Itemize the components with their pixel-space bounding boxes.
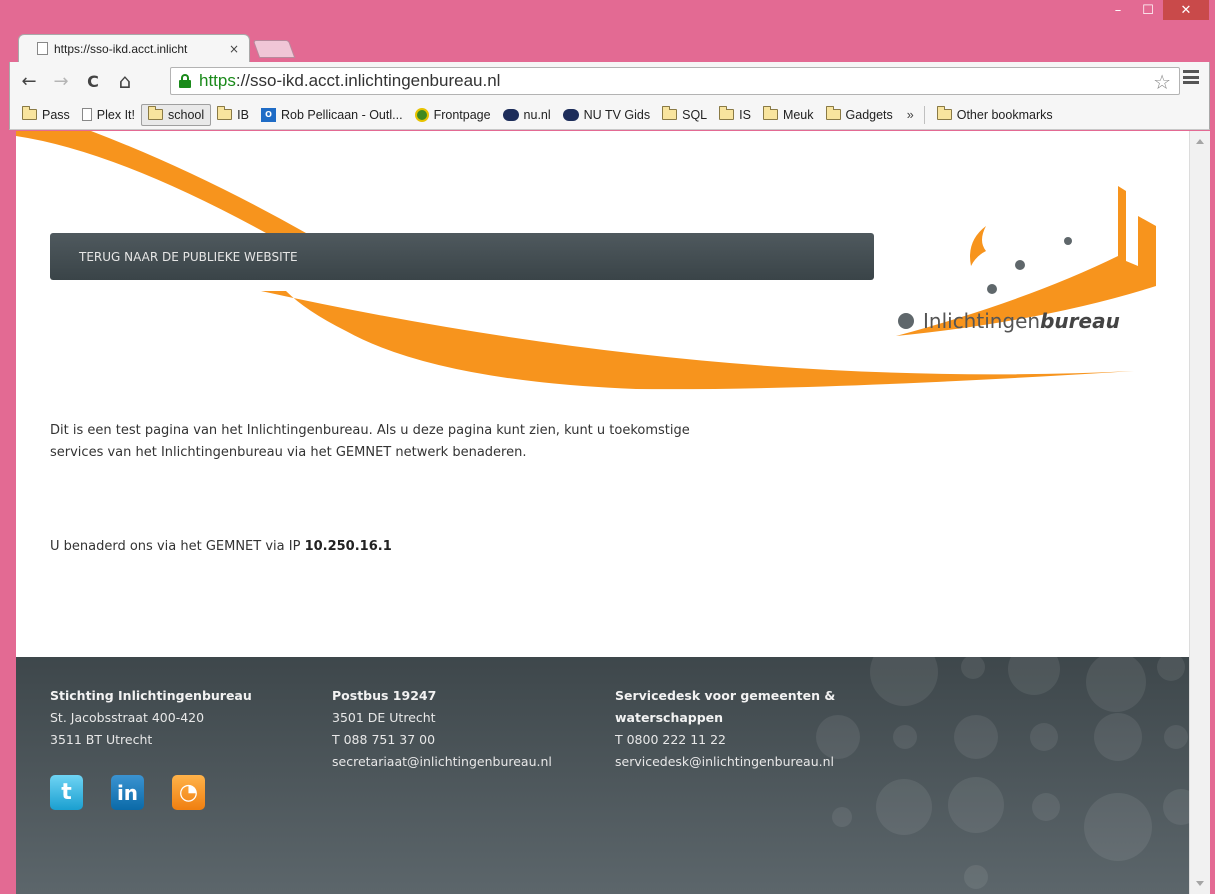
bookmark-plex-it[interactable]: Plex It! <box>76 105 141 125</box>
bookmark-folder-sql[interactable]: SQL <box>656 105 713 125</box>
logo-wordmark: Inlichtingen bureau <box>898 309 1120 333</box>
secretariaat-email-link[interactable]: secretariaat@inlichtingenbureau.nl <box>332 751 552 773</box>
scroll-up-arrow-icon[interactable] <box>1196 139 1204 144</box>
bookmark-folder-pass[interactable]: Pass <box>16 105 76 125</box>
chrome-menu-icon[interactable] <box>1183 70 1199 84</box>
social-links: t in ◔ <box>50 775 233 810</box>
servicedesk-email-link[interactable]: servicedesk@inlichtingenbureau.nl <box>615 751 835 773</box>
window-border-left <box>9 131 16 894</box>
vertical-scrollbar[interactable] <box>1189 131 1210 894</box>
footer-address-column: Stichting Inlichtingenbureau St. Jacobss… <box>50 688 252 747</box>
bookmark-folder-is[interactable]: IS <box>713 105 757 125</box>
address-bar[interactable]: https://sso-ikd.acct.inlichtingenbureau.… <box>170 67 1180 95</box>
ip-address-line: U benaderd ons via het GEMNET via IP 10.… <box>50 539 392 554</box>
bookmark-folder-ib[interactable]: IB <box>211 105 255 125</box>
footer-servicedesk-column: Servicedesk voor gemeenten & waterschapp… <box>615 685 835 773</box>
outlook-icon: O <box>260 107 276 122</box>
scroll-down-arrow-icon[interactable] <box>1196 881 1204 886</box>
folder-icon <box>936 106 952 120</box>
maximize-button[interactable]: ☐ <box>1133 0 1163 20</box>
twitter-icon[interactable]: t <box>50 775 83 810</box>
bookmark-nu-tv-gids[interactable]: NU TV Gids <box>557 105 656 125</box>
footer-postbus-column: Postbus 19247 3501 DE Utrecht T 088 751 … <box>332 685 552 773</box>
browser-toolbar: ← → C ⌂ https://sso-ikd.acct.inlichtinge… <box>9 62 1210 100</box>
bookmark-folder-gadgets[interactable]: Gadgets <box>820 105 899 125</box>
window-controls: – ☐ ✕ <box>1103 0 1209 22</box>
new-tab-button[interactable] <box>252 40 296 58</box>
tab-close-icon[interactable]: × <box>229 42 239 56</box>
minimize-button[interactable]: – <box>1103 0 1133 20</box>
back-to-public-website-button[interactable]: TERUG NAAR DE PUBLIEKE WEBSITE <box>50 233 874 280</box>
nu-icon <box>502 108 519 121</box>
reload-button[interactable]: C <box>80 68 106 94</box>
bookmarks-overflow-chevron[interactable]: » <box>899 108 922 122</box>
rss-icon[interactable]: ◔ <box>172 775 205 810</box>
tab-strip: https://sso-ikd.acct.inlicht × <box>18 30 618 62</box>
intro-text: Dit is een test pagina van het Inlichtin… <box>50 423 690 460</box>
ip-address-value: 10.250.16.1 <box>304 539 392 554</box>
window-border-right <box>1210 131 1215 894</box>
bookmarks-bar: Pass Plex It! school IB O Rob Pellicaan -… <box>9 100 1210 130</box>
bookmark-nu-nl[interactable]: nu.nl <box>497 105 557 125</box>
folder-icon <box>217 106 233 120</box>
bookmark-folder-school[interactable]: school <box>141 103 212 126</box>
folder-icon <box>762 106 778 120</box>
page-icon <box>37 42 48 55</box>
folder-icon <box>662 106 678 120</box>
bookmark-outlook[interactable]: O Rob Pellicaan - Outl... <box>255 105 409 125</box>
back-button[interactable]: ← <box>16 68 42 94</box>
tab-title: https://sso-ikd.acct.inlicht <box>54 41 188 56</box>
bookmark-folder-other[interactable]: Other bookmarks <box>931 105 1059 125</box>
bookmarks-separator <box>923 105 925 124</box>
url-text: https://sso-ikd.acct.inlichtingenbureau.… <box>199 71 501 90</box>
page-viewport: TERUG NAAR DE PUBLIEKE WEBSITE Inlichtin… <box>16 131 1189 894</box>
bookmark-star-icon[interactable]: ☆ <box>1153 70 1171 94</box>
folder-icon <box>22 106 37 120</box>
logo-dot-icon <box>898 313 914 329</box>
bookmark-folder-meuk[interactable]: Meuk <box>757 105 820 125</box>
forward-button[interactable]: → <box>48 68 74 94</box>
close-window-button[interactable]: ✕ <box>1163 0 1209 20</box>
nu-icon <box>562 108 579 121</box>
footer: Stichting Inlichtingenbureau St. Jacobss… <box>16 657 1189 894</box>
folder-icon <box>719 106 735 120</box>
page-icon <box>81 108 92 121</box>
browser-window: – ☐ ✕ https://sso-ikd.acct.inlicht × ← →… <box>0 0 1215 894</box>
home-button[interactable]: ⌂ <box>112 68 138 94</box>
folder-icon <box>148 106 164 120</box>
frontpage-icon <box>414 107 429 122</box>
tab-active[interactable]: https://sso-ikd.acct.inlicht × <box>18 34 250 62</box>
folder-icon <box>825 106 841 120</box>
bookmark-frontpage[interactable]: Frontpage <box>409 105 497 125</box>
linkedin-icon[interactable]: in <box>111 775 144 810</box>
lock-icon <box>179 74 191 88</box>
